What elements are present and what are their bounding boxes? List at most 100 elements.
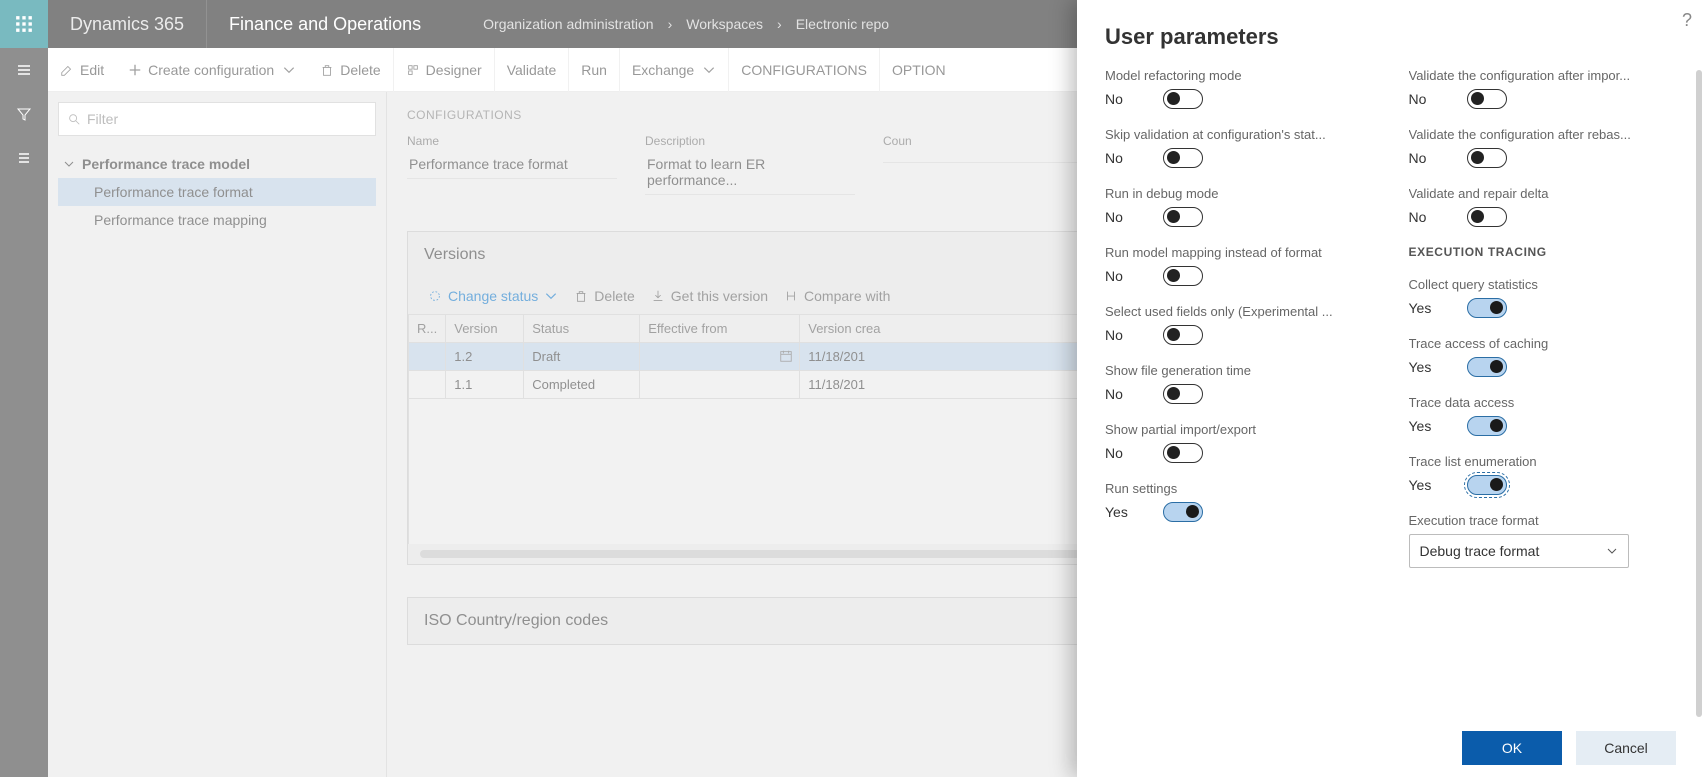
param-value: No <box>1105 91 1127 107</box>
chevron-right-icon: › <box>668 16 673 32</box>
create-label: Create configuration <box>148 62 274 78</box>
app-launcher[interactable] <box>0 0 48 48</box>
param-value: Yes <box>1105 504 1127 520</box>
toggle[interactable] <box>1467 357 1507 377</box>
param: Run model mapping instead of formatNo <box>1105 245 1373 286</box>
change-status-button[interactable]: Change status <box>424 286 562 306</box>
run-button[interactable]: Run <box>568 48 619 92</box>
param-label: Validate the configuration after rebas..… <box>1409 127 1677 142</box>
name-value[interactable]: Performance trace format <box>407 150 617 179</box>
toggle[interactable] <box>1163 502 1203 522</box>
brand-title: Dynamics 365 <box>48 14 206 35</box>
breadcrumb-item[interactable]: Workspaces <box>686 16 763 32</box>
param-value: No <box>1409 91 1431 107</box>
toggle[interactable] <box>1467 148 1507 168</box>
col-effective[interactable]: Effective from <box>640 315 800 343</box>
panel-col-left: Model refactoring modeNoSkip validation … <box>1105 68 1373 719</box>
exchange-button[interactable]: Exchange <box>619 48 728 92</box>
designer-button[interactable]: Designer <box>393 48 494 92</box>
param-label: Trace data access <box>1409 395 1677 410</box>
param: Skip validation at configuration's stat.… <box>1105 127 1373 168</box>
config-tree: Performance trace model Performance trac… <box>58 150 376 234</box>
cancel-button[interactable]: Cancel <box>1576 731 1676 765</box>
ok-button[interactable]: OK <box>1462 731 1562 765</box>
panel-scrollbar[interactable] <box>1696 70 1702 717</box>
param-value: Yes <box>1409 418 1431 434</box>
param-value: No <box>1105 150 1127 166</box>
param: Select used fields only (Experimental ..… <box>1105 304 1373 345</box>
breadcrumb: Organization administration › Workspaces… <box>443 16 889 32</box>
param-label: Run settings <box>1105 481 1373 496</box>
toggle[interactable] <box>1467 207 1507 227</box>
compare-button[interactable]: Compare with <box>780 286 894 306</box>
param-value: No <box>1105 445 1127 461</box>
col-version[interactable]: Version <box>446 315 524 343</box>
param: Trace data access Yes <box>1409 395 1677 436</box>
chevron-down-icon <box>544 289 558 303</box>
select-label: Execution trace format <box>1409 513 1677 528</box>
iso-title: ISO Country/region codes <box>424 612 608 629</box>
param-label: Trace list enumeration <box>1409 454 1677 469</box>
execution-trace-format-select[interactable]: Debug trace format <box>1409 534 1629 568</box>
horizontal-scrollbar[interactable] <box>420 550 1173 558</box>
panel-col-right: Validate the configuration after impor..… <box>1409 68 1677 719</box>
tree-root[interactable]: Performance trace model <box>58 150 376 178</box>
create-configuration-button[interactable]: Create configuration <box>116 48 308 92</box>
filter-input[interactable]: Filter <box>58 102 376 136</box>
execution-tracing-heading: EXECUTION TRACING <box>1409 245 1677 259</box>
country-value[interactable] <box>883 150 1083 163</box>
get-version-button[interactable]: Get this version <box>647 286 772 306</box>
delete-label: Delete <box>340 62 380 78</box>
tree-item[interactable]: Performance trace format <box>58 178 376 206</box>
param: Trace list enumeration Yes <box>1409 454 1677 495</box>
toggle[interactable] <box>1467 89 1507 109</box>
param-label: Validate and repair delta <box>1409 186 1677 201</box>
edit-button[interactable]: Edit <box>48 48 116 92</box>
param: Show partial import/exportNo <box>1105 422 1373 463</box>
tree-pane: Filter Performance trace model Performan… <box>48 92 387 777</box>
filter-icon[interactable] <box>0 92 48 136</box>
param-label: Run in debug mode <box>1105 186 1373 201</box>
toggle[interactable] <box>1163 443 1203 463</box>
user-parameters-panel: ? User parameters Model refactoring mode… <box>1077 0 1704 777</box>
validate-button[interactable]: Validate <box>494 48 569 92</box>
chevron-down-icon <box>702 63 716 77</box>
chevron-down-icon <box>1606 545 1618 557</box>
toggle[interactable] <box>1467 298 1507 318</box>
param-value: No <box>1409 209 1431 225</box>
left-nav-rail <box>0 48 48 777</box>
description-value[interactable]: Format to learn ER performance... <box>645 150 855 195</box>
delete-button[interactable]: Delete <box>308 48 392 92</box>
param: Collect query statisticsYes <box>1409 277 1677 318</box>
col-r[interactable]: R... <box>409 315 446 343</box>
toggle[interactable] <box>1163 384 1203 404</box>
param: Validate the configuration after rebas..… <box>1409 127 1677 168</box>
col-status[interactable]: Status <box>524 315 640 343</box>
search-icon <box>67 112 81 126</box>
toggle[interactable] <box>1163 148 1203 168</box>
toggle[interactable] <box>1163 325 1203 345</box>
toggle[interactable] <box>1163 207 1203 227</box>
options-button[interactable]: OPTION <box>879 48 958 92</box>
param-value: Yes <box>1409 477 1431 493</box>
help-icon[interactable]: ? <box>1682 10 1692 31</box>
calendar-icon <box>779 349 793 363</box>
param-value: No <box>1409 150 1431 166</box>
version-delete-button[interactable]: Delete <box>570 286 638 306</box>
tree-item-label: Performance trace format <box>94 184 253 200</box>
toggle[interactable] <box>1163 89 1203 109</box>
toggle[interactable] <box>1467 475 1507 495</box>
hamburger-icon[interactable] <box>0 48 48 92</box>
tree-item[interactable]: Performance trace mapping <box>58 206 376 234</box>
description-label: Description <box>645 134 855 148</box>
toggle[interactable] <box>1467 416 1507 436</box>
breadcrumb-item[interactable]: Electronic repo <box>796 16 889 32</box>
country-label: Coun <box>883 134 1083 148</box>
configurations-button[interactable]: CONFIGURATIONS <box>728 48 879 92</box>
breadcrumb-item[interactable]: Organization administration <box>483 16 653 32</box>
list-icon[interactable] <box>0 136 48 180</box>
tree-root-label: Performance trace model <box>82 156 250 172</box>
param-label: Select used fields only (Experimental ..… <box>1105 304 1373 319</box>
param-label: Run model mapping instead of format <box>1105 245 1373 260</box>
toggle[interactable] <box>1163 266 1203 286</box>
